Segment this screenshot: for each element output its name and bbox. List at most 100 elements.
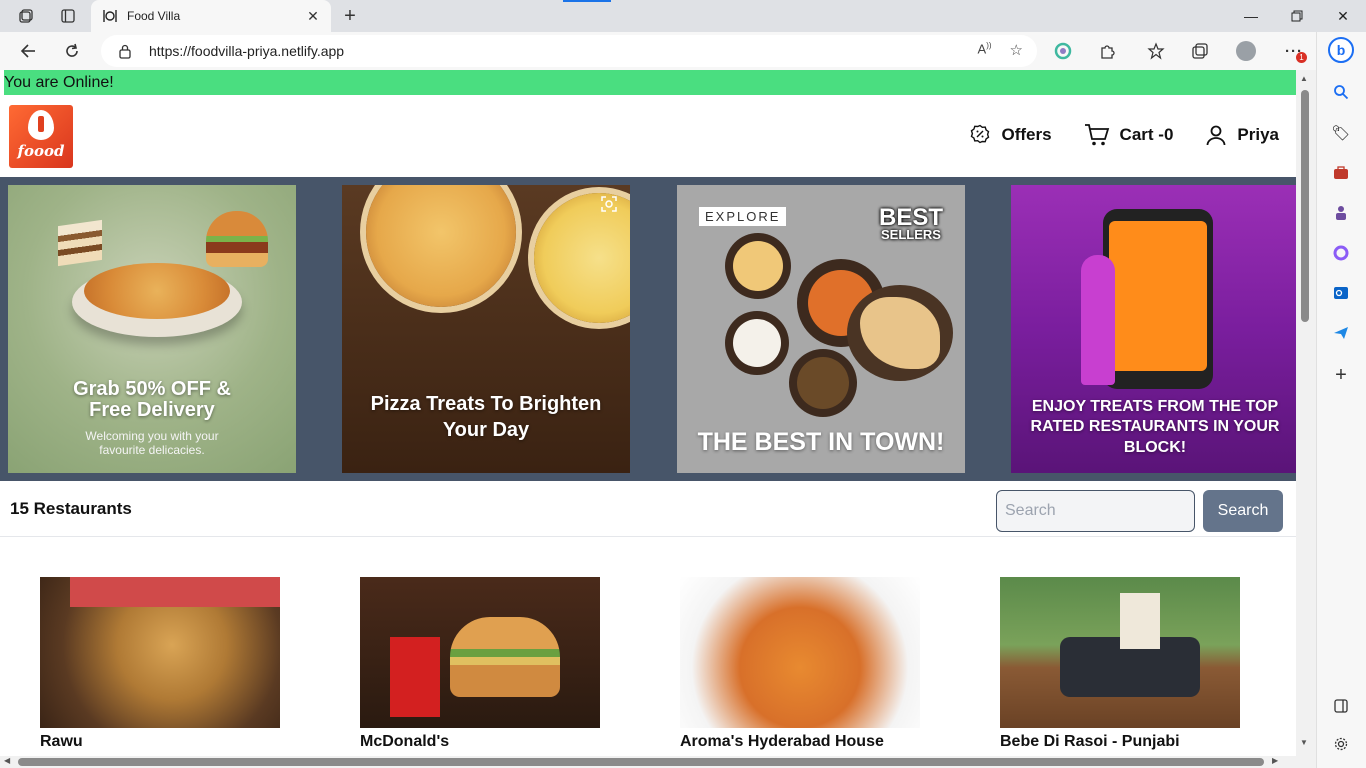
minimize-icon[interactable]: — [1228,0,1274,32]
banner-pizza-image [84,263,230,319]
restaurant-image [680,577,920,728]
badge-bottom-text: SELLERS [881,226,941,242]
browser-tab-bar: Food Villa ✕ + — ✕ [0,0,1366,32]
restaurant-name: McDonald's [360,733,450,750]
read-aloud-icon[interactable]: A)) [978,41,992,59]
restore-icon[interactable] [1274,0,1320,32]
add-favorite-icon[interactable]: ☆ [1010,41,1023,59]
favorites-icon[interactable] [1142,37,1170,65]
collections-icon[interactable] [1186,37,1214,65]
scroll-up-arrow-icon[interactable]: ▲ [1300,74,1308,83]
restaurant-count: 15 Restaurants [10,499,132,518]
discount-badge-icon [969,124,991,146]
outlook-icon[interactable] [1328,280,1354,306]
notification-badge: 1 [1296,52,1307,63]
extension-green-icon[interactable] [1049,37,1077,65]
horizontal-scrollbar[interactable]: ◀ ▶ [0,756,1316,768]
close-window-icon[interactable]: ✕ [1320,0,1366,32]
send-icon[interactable] [1328,320,1354,346]
games-icon[interactable] [1328,200,1354,226]
restaurant-card[interactable]: Aroma's Hyderabad House [680,577,920,756]
restaurant-image [360,577,600,728]
banner-subtitle: Welcoming you with your favourite delica… [85,429,219,457]
restaurant-toolbar: 15 Restaurants Search [0,481,1296,537]
nav-offers[interactable]: Offers [969,124,1052,146]
banner-title: Pizza Treats To Brighten Your Day [370,393,602,441]
close-tab-icon[interactable]: ✕ [305,8,321,24]
nav-user-label: Priya [1237,125,1279,144]
visual-search-icon[interactable] [600,195,618,218]
scroll-right-arrow-icon[interactable]: ▶ [1272,756,1278,765]
banner-explore-tag: EXPLORE [699,207,787,226]
banner-cake-image [58,219,102,267]
add-sidebar-icon[interactable]: + [1328,362,1354,388]
refresh-icon[interactable] [58,37,86,65]
workspaces-icon[interactable] [14,4,38,28]
banner-title: Grab 50% OFF & Free Delivery [73,378,231,421]
url-text: https://foodvilla-priya.netlify.app [149,43,345,59]
bing-chat-icon[interactable]: b [1328,37,1354,63]
vertical-scroll-thumb[interactable] [1301,90,1309,322]
site-logo[interactable]: foood [9,105,73,168]
logo-text: foood [17,141,65,160]
vertical-scrollbar[interactable]: ▲ ▼ [1296,70,1316,756]
dish-image [725,233,791,299]
banner-burger-image [206,211,268,267]
horizontal-scroll-thumb[interactable] [18,758,1264,766]
restaurant-name: Aroma's Hyderabad House [680,733,884,750]
search-button[interactable]: Search [1203,490,1283,532]
dish-image [789,349,857,417]
cart-icon [1084,123,1110,147]
banner-top-rated[interactable]: ENJOY TREATS FROM THE TOP RATED RESTAURA… [1011,185,1296,473]
nav-cart[interactable]: Cart -0 [1084,123,1174,147]
restaurant-card[interactable]: Rawu [40,577,280,756]
restaurant-image [1000,577,1240,728]
settings-gear-icon[interactable] [1328,731,1354,757]
naan-image [847,285,953,381]
banner-pizza-treats[interactable]: Pizza Treats To Brighten Your Day [342,185,630,473]
profile-avatar[interactable] [1232,37,1260,65]
scroll-left-arrow-icon[interactable]: ◀ [4,756,10,765]
microsoft-365-icon[interactable] [1328,240,1354,266]
fork-knife-icon [101,7,119,25]
nav-offers-label: Offers [1001,125,1052,144]
banner-best-in-town[interactable]: EXPLORE BEST SELLERS THE BEST IN TOWN! [677,185,965,473]
restaurant-name: Bebe Di Rasoi - Punjabi [1000,733,1180,750]
shopping-tag-icon[interactable]: 🏷 [1328,120,1354,146]
new-tab-icon[interactable]: + [338,4,362,28]
svg-text:b: b [1337,42,1346,58]
banner-person-image [1081,255,1115,385]
browser-sidebar: b 🏷 + [1316,32,1366,768]
banner-pizza-image [366,185,516,307]
search-icon[interactable] [1328,79,1354,105]
dish-image [725,311,789,375]
more-menu-icon[interactable]: ··· 1 [1280,37,1308,65]
banner-title: ENJOY TREATS FROM THE TOP RATED RESTAURA… [1030,397,1280,457]
user-icon [1205,124,1227,146]
address-field[interactable]: https://foodvilla-priya.netlify.app A)) … [101,35,1037,67]
tools-briefcase-icon[interactable] [1328,160,1354,186]
best-sellers-badge: BEST SELLERS [879,206,943,242]
restaurant-image [40,577,280,728]
lock-icon[interactable] [117,43,133,59]
sidebar-toggle-icon[interactable] [1328,693,1354,719]
back-icon[interactable] [14,37,42,65]
restaurant-card[interactable]: Bebe Di Rasoi - Punjabi [1000,577,1240,756]
tab-title: Food Villa [127,9,181,23]
page-viewport: You are Online! foood Offers Cart -0 Pri… [0,70,1296,756]
address-toolbar: https://foodvilla-priya.netlify.app A)) … [0,32,1316,70]
banner-grab-offer[interactable]: Grab 50% OFF & Free Delivery Welcoming y… [8,185,296,473]
online-status-bar: You are Online! [4,70,1296,95]
browser-tab-food-villa[interactable]: Food Villa ✕ [91,0,331,32]
restaurant-list: Rawu McDonald's Aroma's Hyderabad House … [0,537,1296,756]
nav-user[interactable]: Priya [1205,124,1279,146]
tab-strip-accent [563,0,611,2]
extensions-icon[interactable] [1093,37,1121,65]
avatar [1236,41,1256,61]
scroll-down-arrow-icon[interactable]: ▼ [1300,738,1308,747]
tab-actions-icon[interactable] [56,4,80,28]
nav-cart-label: Cart -0 [1119,125,1174,144]
restaurant-card[interactable]: McDonald's [360,577,600,756]
search-input[interactable] [996,490,1195,532]
restaurant-name: Rawu [40,733,83,750]
